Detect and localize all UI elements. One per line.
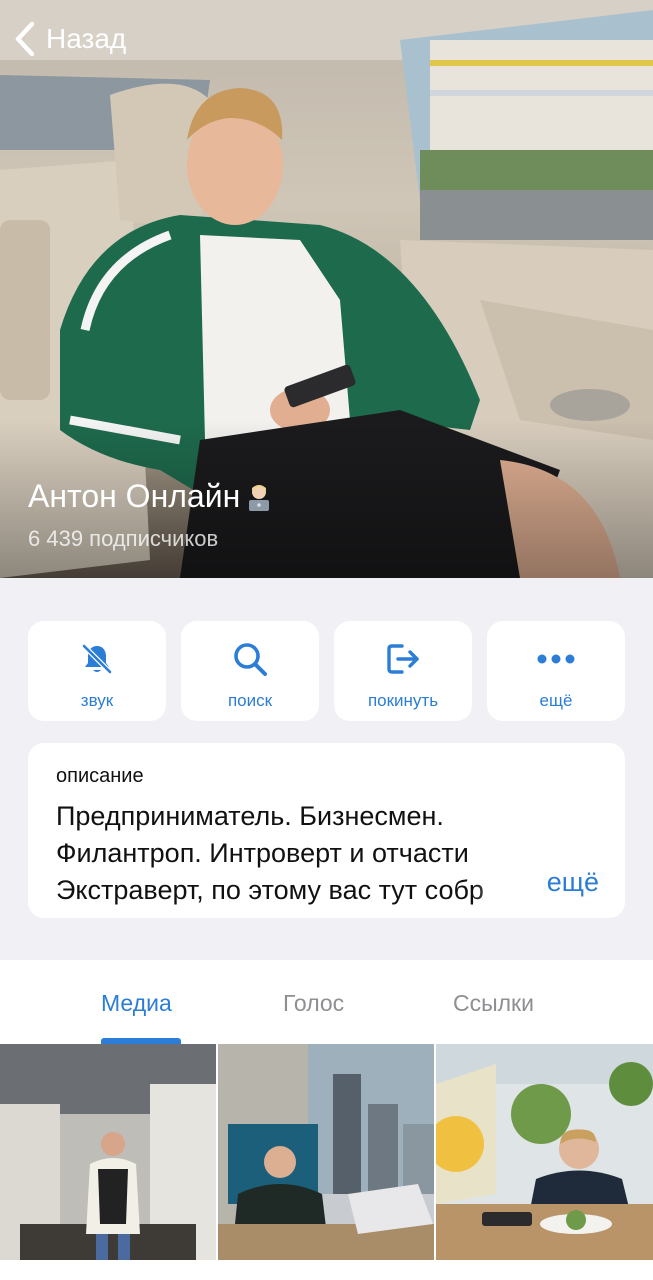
mute-button[interactable]: звук bbox=[28, 621, 166, 721]
media-grid bbox=[0, 1044, 653, 1280]
mute-label: звук bbox=[80, 691, 114, 710]
tab-voice[interactable]: Голос bbox=[283, 990, 344, 1017]
channel-cover-photo: Назад Антон Онлайн 6 439 подписчиков bbox=[0, 0, 653, 578]
back-label: Назад bbox=[46, 23, 127, 54]
chevron-left-icon bbox=[15, 21, 35, 57]
media-thumbnail[interactable] bbox=[0, 1044, 216, 1260]
subscriber-count: 6 439 подписчиков bbox=[28, 526, 219, 551]
description-text: Предприниматель. Бизнесмен. Филантроп. И… bbox=[56, 798, 536, 909]
description-more-link[interactable]: ещё bbox=[547, 867, 599, 898]
man-at-cafe-photo bbox=[436, 1044, 653, 1260]
search-label: поиск bbox=[227, 691, 273, 710]
description-line: Филантроп. Интроверт и отчасти bbox=[56, 838, 469, 868]
back-button[interactable]: Назад bbox=[12, 18, 126, 60]
more-label: ещё bbox=[539, 691, 573, 710]
tab-links[interactable]: Ссылки bbox=[453, 990, 534, 1017]
media-thumbnail[interactable] bbox=[436, 1044, 653, 1260]
description-card: описание Предприниматель. Бизнесмен. Фил… bbox=[28, 743, 625, 918]
leave-button[interactable]: покинуть bbox=[334, 621, 472, 721]
technologist-emoji-icon bbox=[249, 484, 270, 511]
description-line: Предприниматель. Бизнесмен. bbox=[56, 801, 444, 831]
description-label: описание bbox=[56, 765, 144, 787]
media-thumbnail[interactable] bbox=[218, 1044, 434, 1260]
channel-title: Антон Онлайн bbox=[28, 478, 274, 515]
tab-media[interactable]: Медиа bbox=[101, 990, 172, 1017]
channel-name-text: Антон Онлайн bbox=[28, 478, 241, 514]
leave-label: покинуть bbox=[367, 691, 439, 710]
man-in-office-photo bbox=[218, 1044, 434, 1260]
more-button[interactable]: ещё bbox=[487, 621, 625, 721]
media-tabs: Медиа Голос Ссылки bbox=[0, 960, 653, 1044]
leave-icon bbox=[387, 644, 419, 674]
description-fade bbox=[473, 864, 533, 900]
more-dots-icon bbox=[537, 654, 575, 664]
search-icon bbox=[234, 643, 267, 676]
bell-muted-icon bbox=[82, 644, 112, 674]
channel-actions-bar: звук поиск покинуть ещё bbox=[28, 621, 625, 721]
search-button[interactable]: поиск bbox=[181, 621, 319, 721]
man-in-room-photo bbox=[0, 1044, 216, 1260]
description-line: Экстраверт, по этому вас тут собр bbox=[56, 875, 484, 905]
